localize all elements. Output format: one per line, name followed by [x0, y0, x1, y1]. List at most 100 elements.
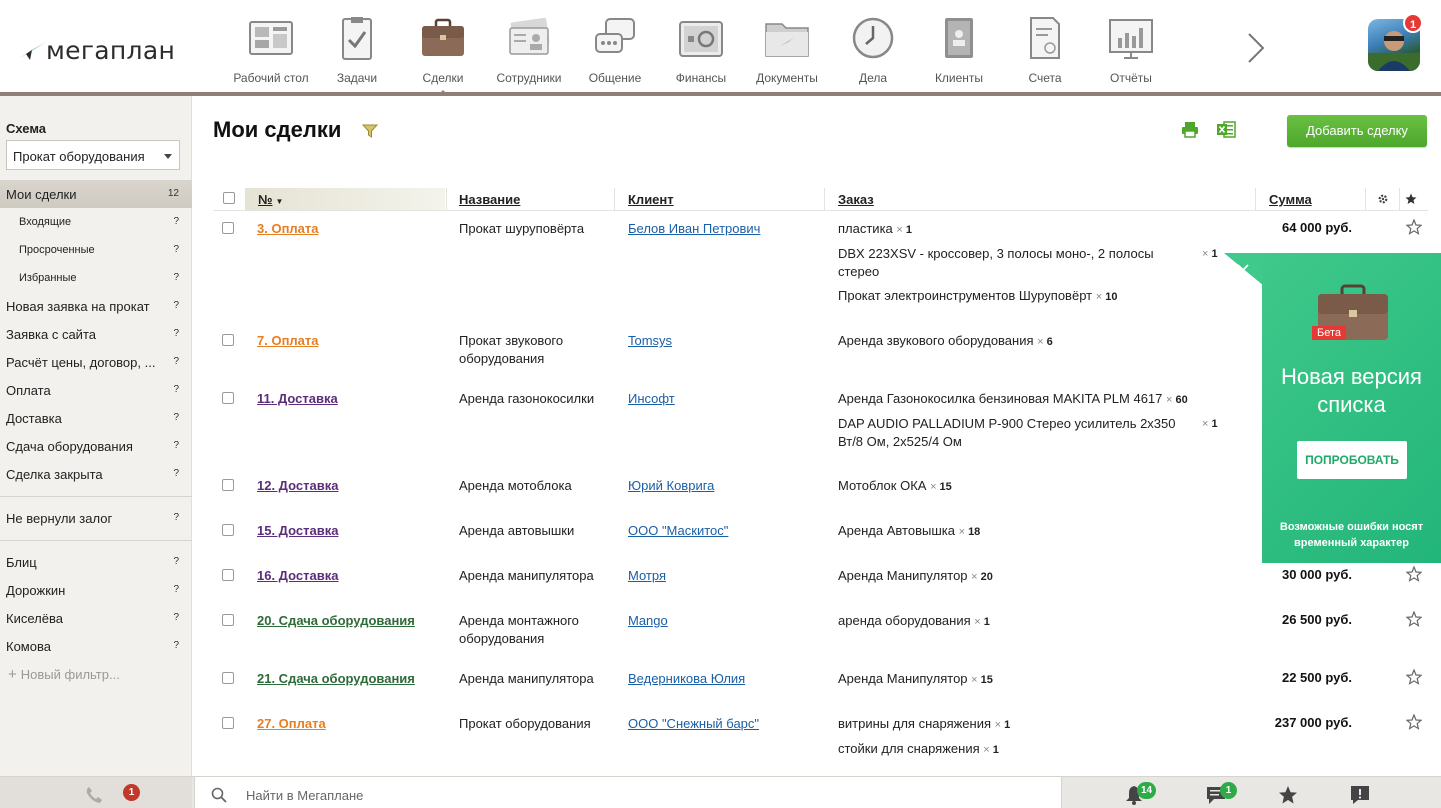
deal-link[interactable]: 27. Оплата [257, 715, 326, 733]
sidebar-item-komova[interactable]: Комова? [0, 632, 192, 660]
page-title: Мои сделки [213, 117, 342, 142]
nav-tasks[interactable]: Задачи [314, 0, 400, 92]
order-item-name: витрины для снаряжения [838, 716, 992, 731]
order-item-qty: × 1 [896, 224, 913, 236]
nav-desktop[interactable]: Рабочий стол [228, 0, 314, 92]
qty-value: 6 [1046, 336, 1053, 348]
sidebar-item-return[interactable]: Сдача оборудования? [0, 432, 192, 460]
row-checkbox[interactable] [222, 524, 234, 536]
deal-link[interactable]: 21. Сдача оборудования [257, 670, 415, 688]
deal-link[interactable]: 16. Доставка [257, 567, 338, 585]
sidebar-item-count: ? [173, 244, 179, 255]
row-checkbox[interactable] [222, 392, 234, 404]
sidebar-item-dorozhkin[interactable]: Дорожкин? [0, 576, 192, 604]
column-header-sum[interactable]: Сумма [1269, 188, 1312, 210]
sidebar-item-label: Просроченные [19, 244, 95, 256]
sidebar-item-delivery[interactable]: Доставка? [0, 404, 192, 432]
client-link[interactable]: Tomsys [628, 332, 672, 350]
new-filter-link[interactable]: + Новый фильтр... [8, 666, 120, 683]
add-deal-button[interactable]: Добавить сделку [1287, 115, 1427, 147]
deal-sum: 22 500 руб. [1281, 670, 1352, 685]
nav-deals[interactable]: Сделки [400, 0, 486, 92]
client-link[interactable]: Ведерникова Юлия [628, 670, 745, 688]
client-link[interactable]: Белов Иван Петрович [628, 220, 760, 238]
nav-employees[interactable]: Сотрудники [486, 0, 572, 92]
sidebar-item-price-contract[interactable]: Расчёт цены, договор, ...? [0, 348, 192, 376]
select-all-checkbox[interactable] [223, 192, 235, 204]
client-link[interactable]: Инсофт [628, 390, 675, 408]
deal-link[interactable]: 7. Оплата [257, 332, 319, 350]
chevron-right-icon[interactable] [1245, 32, 1269, 64]
sidebar-item-favorites[interactable]: Избранные? [0, 264, 192, 292]
deal-name: Аренда монтажного оборудования [459, 613, 579, 646]
nav-communication[interactable]: Общение [572, 0, 658, 92]
client-link[interactable]: ООО "Маскитос" [628, 522, 728, 540]
try-button[interactable]: ПОПРОБОВАТЬ [1297, 441, 1407, 479]
star-icon[interactable] [1406, 669, 1422, 685]
client-link[interactable]: Mango [628, 612, 668, 630]
sidebar-item-new-request[interactable]: Новая заявка на прокат? [0, 292, 192, 320]
megaplan-logo[interactable]: мегаплан [18, 36, 175, 65]
global-search[interactable]: Найти в Мегаплане [194, 777, 1062, 808]
desktop-icon [249, 21, 293, 55]
nav-reports[interactable]: Отчёты [1088, 0, 1174, 92]
star-icon[interactable] [1406, 566, 1422, 582]
star-icon[interactable] [1406, 219, 1422, 235]
nav-finance[interactable]: Финансы [658, 0, 744, 92]
sidebar-item-overdue[interactable]: Просроченные? [0, 236, 192, 264]
sidebar-item-my-deals[interactable]: Мои сделки 12 [0, 180, 192, 208]
close-icon[interactable] [1236, 263, 1250, 277]
sidebar-item-site-request[interactable]: Заявка с сайта? [0, 320, 192, 348]
sidebar-item-payment[interactable]: Оплата? [0, 376, 192, 404]
filter-icon[interactable] [362, 124, 378, 138]
sidebar-item-kiseleva[interactable]: Киселёва? [0, 604, 192, 632]
order-item: Мотоблок ОКА × 15 [838, 477, 952, 496]
column-divider [1255, 188, 1256, 210]
star-icon[interactable] [1406, 714, 1422, 730]
chevron-down-icon [164, 154, 172, 159]
deal-link[interactable]: 11. Доставка [257, 390, 338, 408]
row-checkbox[interactable] [222, 334, 234, 346]
nav-clients[interactable]: Клиенты [916, 0, 1002, 92]
deal-link[interactable]: 3. Оплата [257, 220, 319, 238]
row-checkbox[interactable] [222, 569, 234, 581]
column-header-client[interactable]: Клиент [628, 188, 674, 210]
excel-icon[interactable] [1217, 121, 1236, 138]
calls-panel: 1 [0, 777, 192, 808]
row-checkbox[interactable] [222, 672, 234, 684]
row-checkbox[interactable] [222, 717, 234, 729]
client-link[interactable]: Мотря [628, 567, 666, 585]
star-icon[interactable] [1406, 611, 1422, 627]
deal-link[interactable]: 15. Доставка [257, 522, 338, 540]
sidebar-item-blitz[interactable]: Блиц? [0, 548, 192, 576]
row-checkbox[interactable] [222, 479, 234, 491]
order-item-name: Мотоблок ОКА [838, 478, 927, 493]
row-checkbox[interactable] [222, 614, 234, 626]
favorites-star-icon[interactable] [1278, 785, 1298, 805]
order-item-name: Прокат электроинструментов Шуруповёрт [838, 288, 1093, 303]
client-link[interactable]: Юрий Коврига [628, 477, 714, 495]
qty-value: 15 [980, 674, 993, 686]
sidebar-item-deposit[interactable]: Не вернули залог? [0, 504, 192, 532]
phone-icon[interactable] [85, 786, 103, 804]
nav-affairs[interactable]: Дела [830, 0, 916, 92]
column-header-num[interactable]: № ▼ [258, 188, 283, 210]
order-item-qty: × 6 [1037, 336, 1053, 348]
nav-invoices[interactable]: Счета [1002, 0, 1088, 92]
settings-gear-icon[interactable] [1377, 193, 1389, 205]
row-checkbox[interactable] [222, 222, 234, 234]
invoice-icon [1030, 17, 1060, 59]
column-header-name[interactable]: Название [459, 188, 520, 210]
favorite-column-icon[interactable] [1405, 193, 1417, 205]
feedback-icon[interactable] [1350, 785, 1370, 805]
nav-documents[interactable]: Документы [744, 0, 830, 92]
column-header-order[interactable]: Заказ [838, 188, 874, 210]
sidebar-item-incoming[interactable]: Входящие? [0, 208, 192, 236]
scheme-select[interactable]: Прокат оборудования [6, 140, 180, 170]
sidebar-item-closed[interactable]: Сделка закрыта? [0, 460, 192, 488]
sort-desc-icon: ▼ [275, 197, 284, 206]
print-icon[interactable] [1181, 121, 1199, 138]
client-link[interactable]: ООО "Снежный барс" [628, 715, 759, 733]
deal-link[interactable]: 12. Доставка [257, 477, 338, 495]
deal-link[interactable]: 20. Сдача оборудования [257, 612, 415, 630]
